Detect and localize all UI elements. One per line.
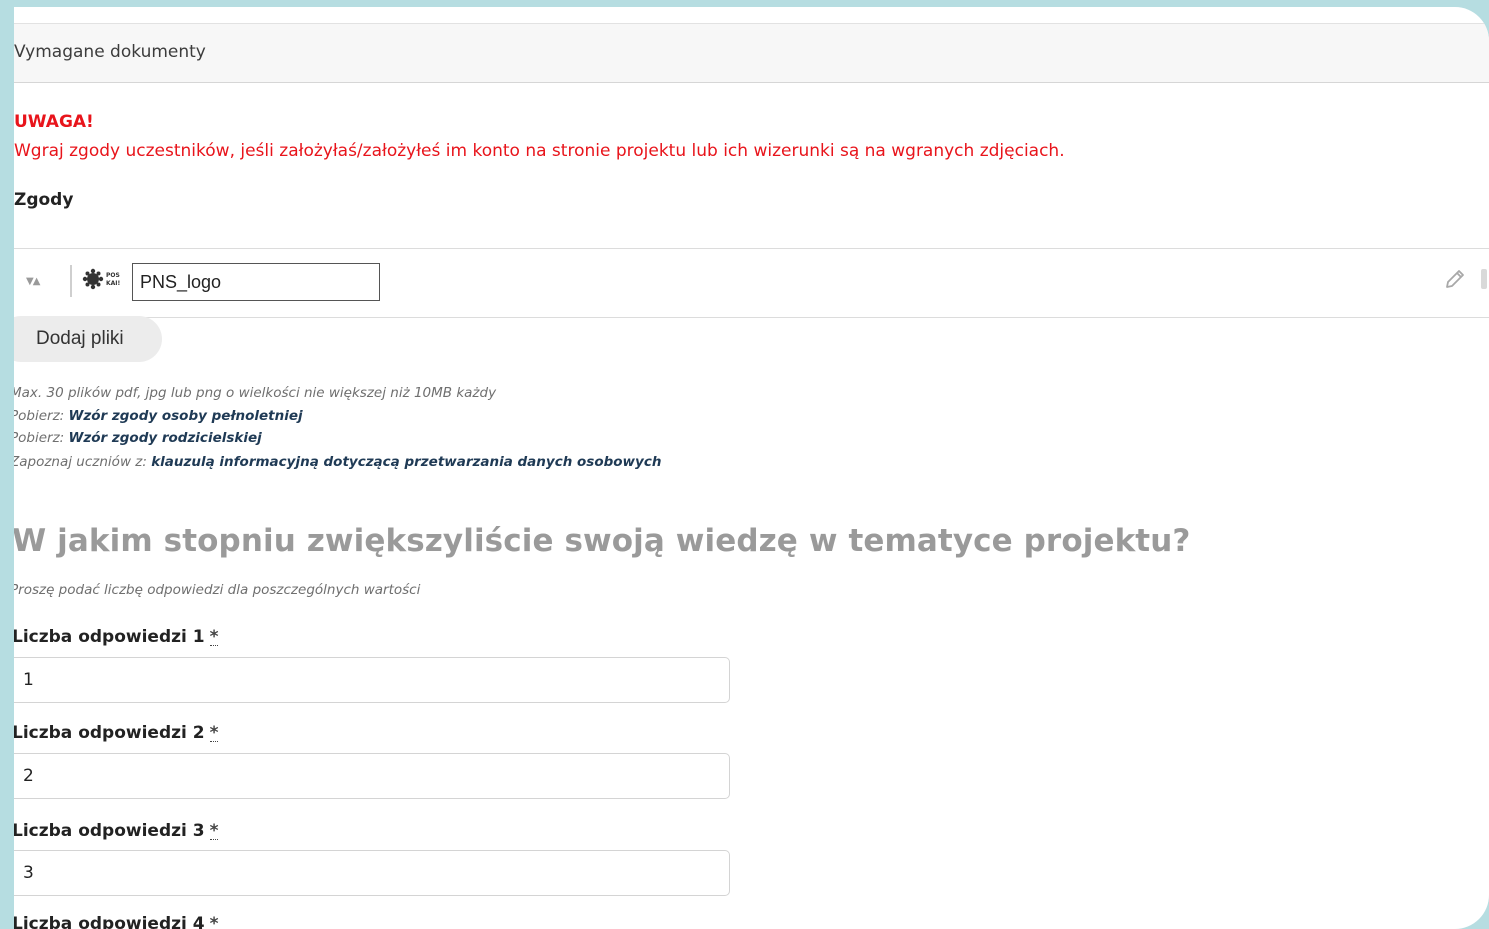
section-title: Vymagane dokumenty xyxy=(14,42,206,62)
divider xyxy=(70,265,72,297)
trash-icon[interactable] xyxy=(1481,269,1487,289)
question-hint: Proszę podać liczbę odpowiedzi dla poszc… xyxy=(14,582,421,598)
pencil-icon[interactable] xyxy=(1443,267,1467,291)
required-mark: * xyxy=(209,821,219,841)
required-mark: * xyxy=(209,627,219,647)
info-prefix: Zapoznaj uczniów z: xyxy=(14,454,147,470)
sort-arrows-icon[interactable]: ▼▲ xyxy=(26,276,40,287)
logo-thumbnail-icon: POS KAI! xyxy=(82,268,120,290)
adult-consent-link[interactable]: Wzór zgody osoby pełnoletniej xyxy=(69,408,303,424)
answer-count-label-2: Liczba odpowiedzi 2 * xyxy=(14,723,219,743)
form-card: Vymagane dokumenty UWAGA! Wgraj zgody uc… xyxy=(14,7,1489,929)
parental-consent-link[interactable]: Wzór zgody rodzicielskiej xyxy=(69,430,262,446)
answer-count-label-1: Liczba odpowiedzi 1 * xyxy=(14,627,219,647)
consents-label: Zgody xyxy=(14,190,74,210)
download-adult-consent: Pobierz: Wzór zgody osoby pełnoletniej xyxy=(14,408,303,424)
section-header: Vymagane dokumenty xyxy=(14,23,1489,83)
required-mark: * xyxy=(209,723,219,743)
download-prefix: Pobierz: xyxy=(14,430,65,446)
required-mark: * xyxy=(210,916,219,929)
answer-count-input-2[interactable] xyxy=(14,753,730,799)
question-title: W jakim stopniu zwiększyliście swoją wie… xyxy=(14,523,1191,559)
download-prefix: Pobierz: xyxy=(14,408,65,424)
privacy-clause-info: Zapoznaj uczniów z: klauzulą informacyjn… xyxy=(14,454,661,470)
answer-count-label-4: Liczba odpowiedzi 4 * xyxy=(14,914,218,929)
privacy-clause-link[interactable]: klauzulą informacyjną dotyczącą przetwar… xyxy=(151,454,661,470)
add-files-button[interactable]: Dodaj pliki xyxy=(14,316,162,362)
field-label-text: Liczba odpowiedzi 2 xyxy=(14,723,205,743)
svg-text:KAI!: KAI! xyxy=(106,280,120,287)
field-label-text: Liczba odpowiedzi 1 xyxy=(14,627,205,647)
warning-text: Wgraj zgody uczestników, jeśli założyłaś… xyxy=(14,141,1065,161)
answer-count-label-3: Liczba odpowiedzi 3 * xyxy=(14,821,219,841)
field-label-text: Liczba odpowiedzi 3 xyxy=(14,821,205,841)
answer-count-input-1[interactable] xyxy=(14,657,730,703)
svg-text:POS: POS xyxy=(106,272,120,279)
uploaded-file-row: ▼▲ POS KAI! xyxy=(14,248,1489,318)
field-label-text: Liczba odpowiedzi 4 xyxy=(14,914,205,929)
file-name-input[interactable] xyxy=(132,263,380,301)
warning-title: UWAGA! xyxy=(14,112,94,132)
download-parental-consent: Pobierz: Wzór zgody rodzicielskiej xyxy=(14,430,262,446)
upload-limit-hint: Max. 30 plików pdf, jpg lub png o wielko… xyxy=(14,385,497,401)
answer-count-input-3[interactable] xyxy=(14,850,730,896)
